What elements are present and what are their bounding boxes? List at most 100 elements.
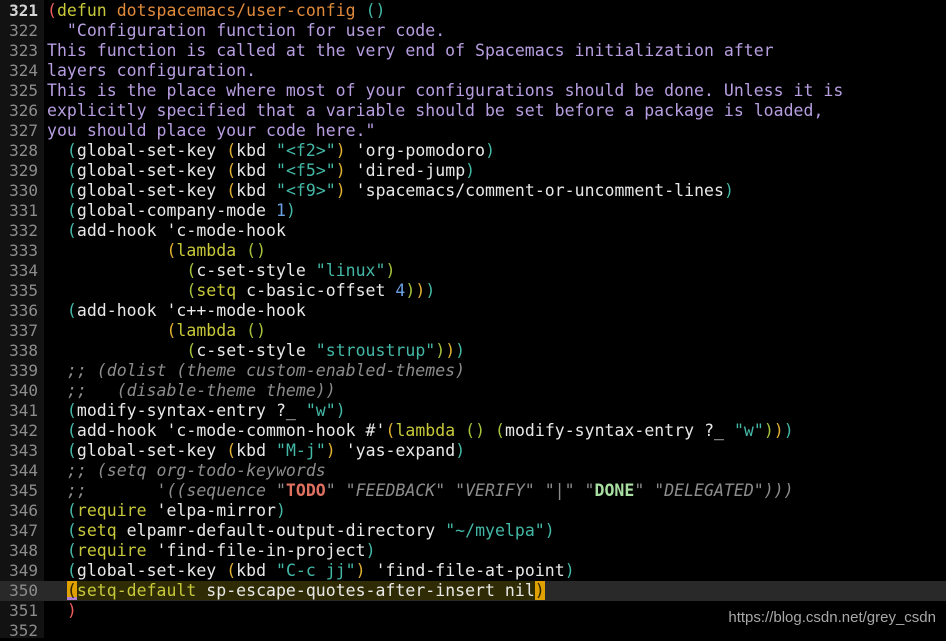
code-token: lambda — [395, 421, 456, 440]
code-line[interactable]: 323 This function is called at the very e… — [0, 41, 946, 61]
code-line[interactable]: 346 (require 'elpa-mirror) — [0, 501, 946, 521]
code-token: ( — [66, 421, 77, 440]
code-line[interactable]: 332 (add-hook 'c-mode-hook — [0, 221, 946, 241]
code-token: 1 — [275, 201, 286, 220]
code-token: global-set-key — [76, 561, 227, 580]
code-token: ) — [285, 201, 296, 220]
code-token: lambda — [176, 321, 237, 340]
code-token: ) — [66, 601, 77, 620]
code-token: () — [246, 241, 267, 260]
code-line[interactable]: 345 ;; '((sequence "TODO" "FEEDBACK" "VE… — [0, 481, 946, 501]
code-token: ) — [534, 581, 545, 600]
code-token: 'org-pomodoro — [345, 141, 486, 160]
code-text: layers configuration. — [47, 61, 256, 81]
code-token: ( — [66, 501, 77, 520]
code-token: ) — [415, 281, 426, 300]
code-editor[interactable]: 321 (defun dotspacemacs/user-config () 322… — [0, 0, 946, 640]
code-line[interactable]: 333 (lambda () — [0, 241, 946, 261]
line-number: 337 — [9, 321, 38, 340]
code-token: ( — [66, 161, 77, 180]
code-token: setq-default — [76, 581, 197, 600]
code-line[interactable]: 330 (global-set-key (kbd "<f9>") 'spacem… — [0, 181, 946, 201]
code-token: "~/myelpa" — [445, 521, 545, 540]
code-text: (setq elpamr-default-output-directory "~… — [47, 521, 555, 541]
code-line[interactable]: 343 (global-set-key (kbd "M-j") 'yas-exp… — [0, 441, 946, 461]
line-number: 338 — [9, 341, 38, 360]
code-token: ) — [544, 521, 555, 540]
code-line[interactable]: 335 (setq c-basic-offset 4))) — [0, 281, 946, 301]
code-token: ( — [495, 421, 505, 440]
code-text: (c-set-style "stroustrup"))) — [47, 341, 465, 361]
code-line[interactable]: 344 ;; (setq org-todo-keywords — [0, 461, 946, 481]
code-line[interactable]: 322 "Configuration function for user cod… — [0, 21, 946, 41]
code-token: modify-syntax-entry ?_ — [505, 421, 734, 440]
code-token: 'elpa-mirror — [146, 501, 276, 520]
code-token: explicitly specified that a variable sho… — [47, 101, 824, 120]
code-token: ( — [66, 441, 77, 460]
code-line[interactable]: 329 (global-set-key (kbd "<f5>") 'dired-… — [0, 161, 946, 181]
code-line[interactable]: 326 explicitly specified that a variable … — [0, 101, 946, 121]
code-token: global-set-key — [76, 141, 227, 160]
code-line[interactable]: 331 (global-company-mode 1) — [0, 201, 946, 221]
code-line[interactable]: 328 (global-set-key (kbd "<f2>") 'org-po… — [0, 141, 946, 161]
code-token: () — [365, 1, 386, 20]
code-token: ;; (disable-theme theme)) — [66, 381, 336, 400]
code-token: " "FEEDBACK" "VERIFY" "|" " — [325, 481, 595, 500]
code-token: ( — [66, 201, 77, 220]
code-text: (global-company-mode 1) — [47, 201, 296, 221]
code-text: (setq-default sp-escape-quotes-after-ins… — [47, 581, 545, 601]
code-token: ;; (setq org-todo-keywords — [66, 461, 326, 480]
code-token: ( — [186, 341, 197, 360]
code-token: ) — [325, 441, 336, 460]
code-token: "M-j" — [276, 441, 326, 460]
code-text: (lambda () — [47, 241, 266, 261]
code-text: (add-hook 'c-mode-hook — [47, 221, 286, 241]
code-token: ( — [226, 441, 237, 460]
code-line[interactable]: 340 ;; (disable-theme theme)) — [0, 381, 946, 401]
line-number: 342 — [9, 421, 38, 440]
code-token: 'find-file-in-project — [146, 541, 366, 560]
code-line[interactable]: 347 (setq elpamr-default-output-director… — [0, 521, 946, 541]
code-line[interactable]: 339 ;; (dolist (theme custom-enabled-the… — [0, 361, 946, 381]
line-number: 350 — [9, 581, 38, 600]
code-line[interactable]: 325 This is the place where most of your … — [0, 81, 946, 101]
code-line[interactable]: 336 (add-hook 'c++-mode-hook — [0, 301, 946, 321]
code-token: "C-c jj" — [276, 561, 356, 580]
code-text: (global-set-key (kbd "<f9>") 'spacemacs/… — [47, 181, 734, 201]
code-line[interactable]: 342 (add-hook 'c-mode-common-hook #'(lam… — [0, 421, 946, 441]
code-line[interactable]: 337 (lambda () — [0, 321, 946, 341]
line-number: 344 — [9, 461, 38, 480]
code-token: ( — [166, 241, 177, 260]
code-token: ) — [275, 501, 286, 520]
code-line[interactable]: 350 (setq-default sp-escape-quotes-after… — [0, 581, 946, 601]
code-token: "<f2>" — [276, 141, 336, 160]
code-token: setq — [196, 281, 237, 300]
code-line[interactable]: 348 (require 'find-file-in-project) — [0, 541, 946, 561]
line-number: 348 — [9, 541, 38, 560]
code-line[interactable]: 341 (modify-syntax-entry ?_ "w") — [0, 401, 946, 421]
code-line[interactable]: 334 (c-set-style "linux") — [0, 261, 946, 281]
code-token: ) — [445, 341, 456, 360]
code-line[interactable]: 338 (c-set-style "stroustrup"))) — [0, 341, 946, 361]
code-line[interactable]: 321 (defun dotspacemacs/user-config () — [0, 1, 946, 21]
code-token: ) — [763, 421, 774, 440]
code-token: 'spacemacs/comment-or-uncomment-lines — [345, 181, 724, 200]
code-line[interactable]: 324 layers configuration. — [0, 61, 946, 81]
code-line[interactable]: 327 you should place your code here." — [0, 121, 946, 141]
code-text: (global-set-key (kbd "C-c jj") 'find-fil… — [47, 561, 575, 581]
code-text: you should place your code here." — [47, 121, 375, 141]
line-number: 347 — [9, 521, 38, 540]
code-line[interactable]: 349 (global-set-key (kbd "C-c jj") 'find… — [0, 561, 946, 581]
code-token: ( — [385, 421, 396, 440]
code-token: ) — [425, 281, 436, 300]
code-token: ( — [66, 181, 77, 200]
